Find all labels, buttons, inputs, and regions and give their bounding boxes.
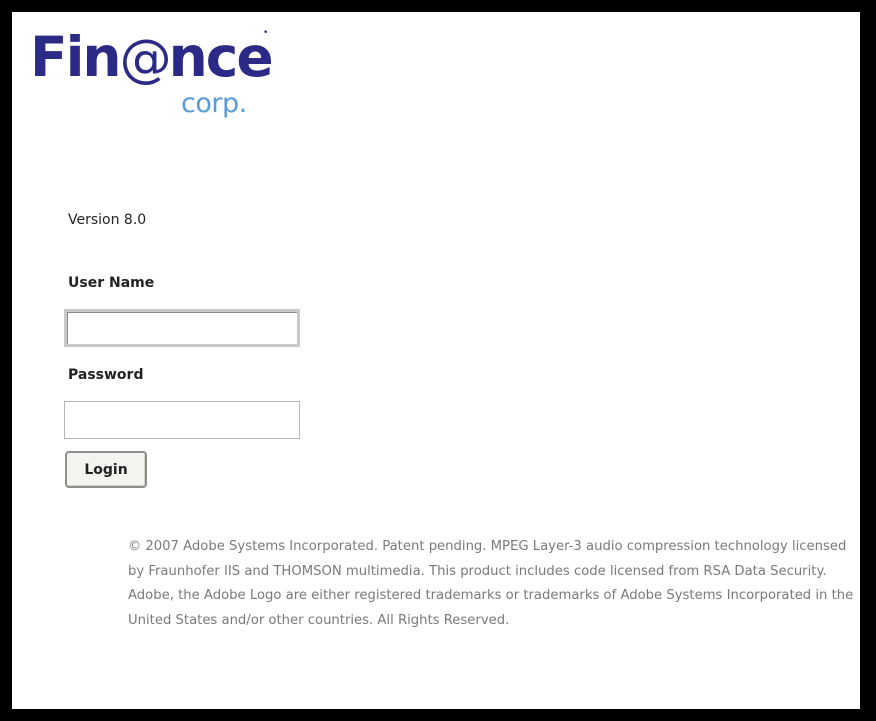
copyright-notice: © 2007 Adobe Systems Incorporated. Paten… [128, 539, 854, 628]
login-page: Fin@nce • corp. Version 8.0 User Name Pa… [0, 0, 876, 721]
password-input[interactable] [64, 401, 300, 439]
logo-text-nce: nce [168, 25, 274, 89]
username-label: User Name [68, 275, 155, 291]
password-label: Password [68, 367, 144, 383]
logo-text-at: @ [119, 29, 172, 89]
logo-wordmark: Fin@nce [30, 24, 274, 92]
username-input[interactable] [64, 309, 300, 347]
logo-text-fin: Fin [30, 25, 122, 89]
logo-registered-dot: • [263, 28, 269, 38]
login-button[interactable]: Login [65, 451, 147, 488]
version-text: Version 8.0 [68, 212, 147, 228]
finance-corp-logo: Fin@nce • corp. [30, 24, 280, 134]
logo-text-corp: corp. [181, 88, 247, 119]
